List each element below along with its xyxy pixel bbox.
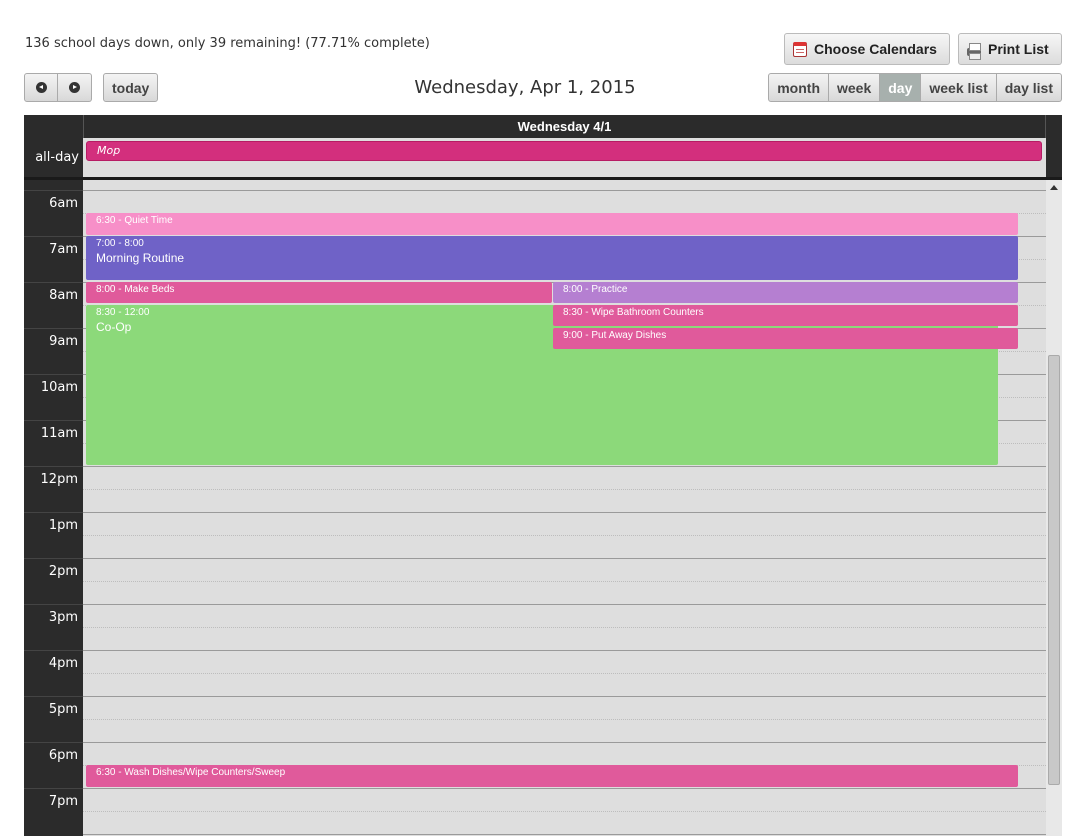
hour-tick: [24, 374, 83, 375]
half-hour-line: [83, 719, 1046, 720]
day-header: Wednesday 4/1: [83, 115, 1046, 138]
calendar-event[interactable]: 6:30 - Wash Dishes/Wipe Counters/Sweep: [86, 765, 1018, 787]
event-time: 8:00 - Make Beds: [96, 284, 175, 295]
choose-calendars-button[interactable]: Choose Calendars: [784, 33, 950, 65]
time-label: 3pm: [48, 610, 78, 625]
scrollbar[interactable]: [1046, 180, 1062, 836]
print-list-label: Print List: [988, 41, 1049, 57]
hour-tick: [24, 604, 83, 605]
half-hour-line: [83, 535, 1046, 536]
time-axis: 6am 7am 8am 9am 10am 11am 12pm 1pm 2pm 3pm 4pm 5pm 6…: [24, 180, 83, 836]
calendar-icon: [793, 41, 807, 57]
hour-line: [83, 604, 1046, 605]
time-label: 8am: [49, 288, 78, 303]
calendar-event[interactable]: 8:30 - Wipe Bathroom Counters: [553, 305, 1018, 326]
hour-tick: [24, 328, 83, 329]
hour-tick: [24, 466, 83, 467]
event-time: 6:30 - Quiet Time: [96, 215, 173, 226]
calendar-event[interactable]: 8:00 - Make Beds: [86, 282, 552, 303]
time-label: 5pm: [48, 702, 78, 717]
time-grid[interactable]: 6:30 - Quiet Time 7:00 - 8:00 Morning Rout…: [83, 180, 1046, 836]
hour-line: [83, 742, 1046, 743]
time-label: 7pm: [48, 794, 78, 809]
hour-tick: [24, 558, 83, 559]
half-hour-line: [83, 581, 1046, 582]
choose-calendars-label: Choose Calendars: [814, 41, 937, 57]
hour-tick: [24, 420, 83, 421]
view-day-list-button[interactable]: day list: [996, 73, 1062, 102]
time-label: 6pm: [48, 748, 78, 763]
calendar-event[interactable]: 9:00 - Put Away Dishes: [553, 328, 1018, 349]
half-hour-line: [83, 489, 1046, 490]
hour-tick: [24, 190, 83, 191]
hour-tick: [24, 236, 83, 237]
hour-tick: [24, 696, 83, 697]
time-label: 1pm: [48, 518, 78, 533]
hour-line: [83, 788, 1046, 789]
time-label: 2pm: [48, 564, 78, 579]
day-calendar: Wednesday 4/1 all-day Mop 6am 7am 8am 9am 10…: [24, 115, 1062, 836]
time-label: 7am: [49, 242, 78, 257]
allday-cell[interactable]: Mop: [83, 138, 1046, 177]
half-hour-line: [83, 673, 1046, 674]
time-label: 10am: [40, 380, 78, 395]
event-time: 8:00 - Practice: [563, 284, 628, 295]
event-time: 9:00 - Put Away Dishes: [563, 330, 667, 341]
scroll-thumb[interactable]: [1048, 355, 1060, 785]
event-time: 6:30 - Wash Dishes/Wipe Counters/Sweep: [96, 767, 286, 778]
view-month-button[interactable]: month: [768, 73, 829, 102]
time-label: 4pm: [48, 656, 78, 671]
time-label: 6am: [49, 196, 78, 211]
progress-text: 136 school days down, only 39 remaining!…: [25, 36, 430, 51]
view-week-button[interactable]: week: [829, 73, 881, 102]
hour-tick: [24, 742, 83, 743]
view-day-button[interactable]: day: [880, 73, 922, 102]
hour-line: [83, 834, 1046, 835]
time-label: 9am: [49, 334, 78, 349]
hour-tick: [24, 650, 83, 651]
hour-line: [83, 558, 1046, 559]
hour-line: [83, 190, 1046, 191]
view-switcher: month week day week list day list: [768, 73, 1062, 102]
print-list-button[interactable]: Print List: [958, 33, 1062, 65]
hour-line: [83, 696, 1046, 697]
calendar-event[interactable]: 7:00 - 8:00 Morning Routine: [86, 236, 1018, 280]
hour-line: [83, 512, 1046, 513]
allday-label: all-day: [35, 150, 79, 165]
scroll-up-icon[interactable]: [1050, 185, 1058, 190]
allday-event[interactable]: Mop: [86, 141, 1042, 161]
event-time: 7:00 - 8:00: [96, 238, 144, 249]
hour-line: [83, 650, 1046, 651]
half-hour-line: [83, 627, 1046, 628]
hour-tick: [24, 512, 83, 513]
half-hour-line: [83, 811, 1046, 812]
hour-tick: [24, 282, 83, 283]
time-label: 12pm: [40, 472, 78, 487]
printer-icon: [967, 42, 981, 60]
time-label: 11am: [40, 426, 78, 441]
event-time: 8:30 - Wipe Bathroom Counters: [563, 307, 704, 318]
hour-line: [83, 466, 1046, 467]
event-title: Morning Routine: [96, 251, 185, 265]
hour-tick: [24, 788, 83, 789]
calendar-event[interactable]: 8:00 - Practice: [553, 282, 1018, 303]
view-week-list-button[interactable]: week list: [921, 73, 997, 102]
calendar-event[interactable]: 6:30 - Quiet Time: [86, 213, 1018, 235]
